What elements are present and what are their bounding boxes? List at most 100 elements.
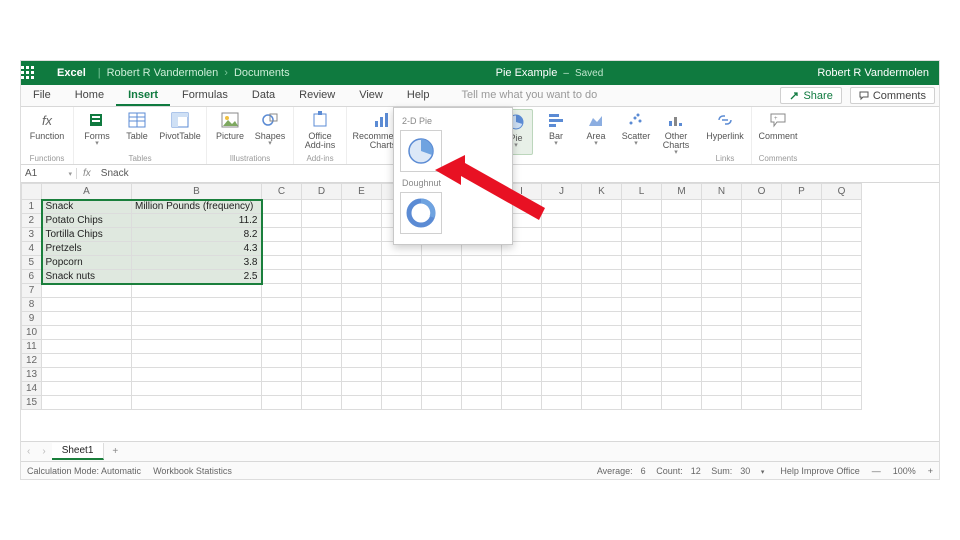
cell[interactable] (822, 368, 862, 382)
cell[interactable] (822, 326, 862, 340)
cell[interactable] (382, 382, 422, 396)
cell[interactable] (542, 396, 582, 410)
cell[interactable] (422, 298, 462, 312)
cell[interactable] (662, 242, 702, 256)
cell[interactable] (662, 200, 702, 214)
cell[interactable] (822, 284, 862, 298)
cell[interactable] (342, 270, 382, 284)
cell[interactable] (822, 200, 862, 214)
cell[interactable] (342, 368, 382, 382)
cell[interactable] (342, 326, 382, 340)
shapes-button[interactable]: Shapes▾ (253, 109, 287, 146)
formula-input[interactable]: Snack (97, 168, 133, 179)
tab-file[interactable]: File (21, 85, 63, 106)
cell[interactable] (502, 284, 542, 298)
column-header[interactable]: B (132, 184, 262, 200)
cell[interactable] (622, 326, 662, 340)
cell[interactable] (342, 214, 382, 228)
cell[interactable] (302, 200, 342, 214)
cell[interactable]: Potato Chips (42, 214, 132, 228)
cell[interactable]: Million Pounds (frequency) (132, 200, 262, 214)
cell[interactable] (502, 256, 542, 270)
row-header[interactable]: 10 (22, 326, 42, 340)
cell[interactable] (502, 396, 542, 410)
tell-me-search[interactable]: Tell me what you want to do (442, 85, 610, 106)
cell[interactable] (302, 284, 342, 298)
cell[interactable] (342, 242, 382, 256)
cell[interactable] (702, 256, 742, 270)
cell[interactable] (382, 354, 422, 368)
cell[interactable]: 2.5 (132, 270, 262, 284)
cell[interactable] (622, 284, 662, 298)
cell[interactable] (42, 340, 132, 354)
column-header[interactable]: C (262, 184, 302, 200)
cell[interactable]: 11.2 (132, 214, 262, 228)
cell[interactable] (462, 326, 502, 340)
cell[interactable] (302, 270, 342, 284)
cell[interactable] (342, 396, 382, 410)
row-header[interactable]: 15 (22, 396, 42, 410)
cell[interactable] (542, 382, 582, 396)
help-improve[interactable]: Help Improve Office (780, 466, 859, 476)
cell[interactable] (262, 368, 302, 382)
cell[interactable] (542, 242, 582, 256)
cell[interactable] (42, 326, 132, 340)
app-launcher-icon[interactable] (21, 66, 49, 80)
cell[interactable] (702, 326, 742, 340)
cell[interactable] (822, 340, 862, 354)
cell[interactable] (262, 396, 302, 410)
scatter-chart-button[interactable]: Scatter▾ (619, 109, 653, 155)
cell[interactable] (622, 340, 662, 354)
cell[interactable] (422, 368, 462, 382)
cell[interactable] (662, 214, 702, 228)
pivottable-button[interactable]: PivotTable (160, 109, 200, 146)
cell[interactable] (662, 326, 702, 340)
cell[interactable] (662, 284, 702, 298)
column-header[interactable]: K (582, 184, 622, 200)
cell[interactable] (782, 368, 822, 382)
cell[interactable] (382, 270, 422, 284)
cell[interactable] (742, 228, 782, 242)
cell[interactable] (462, 340, 502, 354)
cell[interactable] (742, 242, 782, 256)
aggregate-stats[interactable]: Average:6 Count:12 Sum:30 ▾ (593, 466, 769, 476)
cell[interactable] (502, 382, 542, 396)
cell[interactable] (132, 368, 262, 382)
cell[interactable] (132, 312, 262, 326)
cell[interactable] (782, 312, 822, 326)
cell[interactable] (422, 256, 462, 270)
area-chart-button[interactable]: Area▾ (579, 109, 613, 155)
cell[interactable] (382, 312, 422, 326)
cell[interactable] (742, 200, 782, 214)
cell[interactable] (622, 270, 662, 284)
cell[interactable] (542, 284, 582, 298)
zoom-in-button[interactable]: + (928, 466, 933, 476)
cell[interactable] (542, 200, 582, 214)
cell[interactable] (782, 382, 822, 396)
cell[interactable] (742, 396, 782, 410)
document-title[interactable]: Pie Example (496, 67, 558, 79)
cell[interactable] (622, 242, 662, 256)
column-header[interactable]: N (702, 184, 742, 200)
cell[interactable] (702, 228, 742, 242)
row-header[interactable]: 14 (22, 382, 42, 396)
cell[interactable] (742, 382, 782, 396)
cell[interactable] (782, 340, 822, 354)
other-charts-button[interactable]: Other Charts▾ (659, 109, 693, 155)
table-button[interactable]: Table (120, 109, 154, 146)
cell[interactable] (822, 298, 862, 312)
cell[interactable] (302, 214, 342, 228)
cell[interactable] (302, 340, 342, 354)
cell[interactable] (422, 284, 462, 298)
cell[interactable] (662, 298, 702, 312)
column-header[interactable]: E (342, 184, 382, 200)
cell[interactable] (342, 228, 382, 242)
row-header[interactable]: 3 (22, 228, 42, 242)
function-button[interactable]: fx Function (27, 109, 67, 141)
tab-help[interactable]: Help (395, 85, 442, 106)
cell[interactable]: Snack nuts (42, 270, 132, 284)
tab-view[interactable]: View (347, 85, 395, 106)
bar-chart-button[interactable]: Bar▾ (539, 109, 573, 155)
cell[interactable] (382, 368, 422, 382)
cell[interactable] (662, 256, 702, 270)
